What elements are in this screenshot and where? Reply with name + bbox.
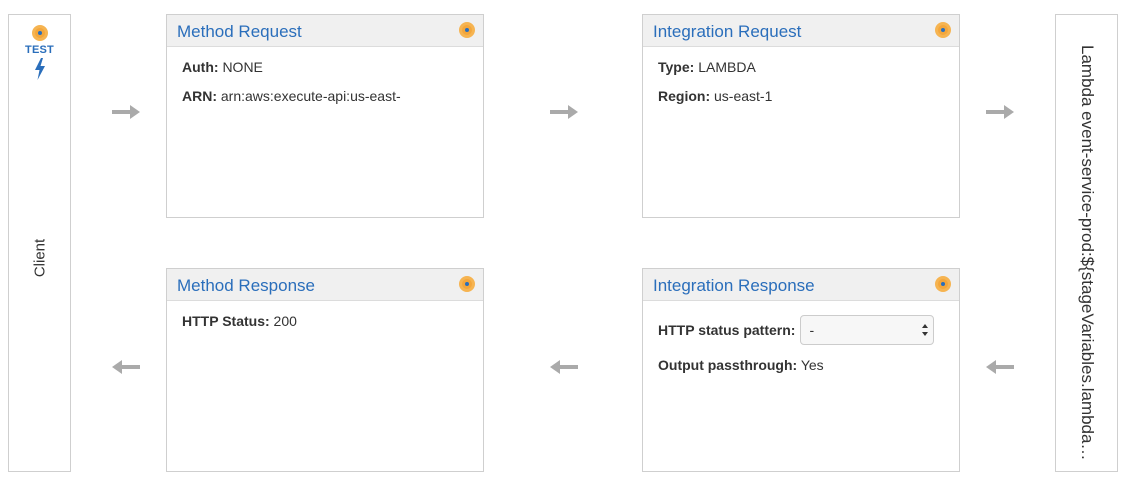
- type-row: Type: LAMBDA: [658, 59, 944, 75]
- method-response-card: Method Response HTTP Status: 200: [166, 268, 484, 472]
- http-status-row: HTTP Status: 200: [182, 313, 468, 329]
- test-button[interactable]: TEST: [9, 25, 70, 80]
- method-response-title[interactable]: Method Response: [177, 276, 315, 296]
- integration-request-header: Integration Request: [643, 15, 959, 47]
- status-indicator-icon: [459, 22, 475, 38]
- status-pattern-value: -: [809, 322, 815, 338]
- http-status-value: 200: [273, 313, 297, 329]
- status-indicator-icon: [459, 276, 475, 292]
- integration-request-card: Integration Request Type: LAMBDA Region:…: [642, 14, 960, 218]
- method-request-title[interactable]: Method Request: [177, 22, 302, 42]
- arrow-right-icon: [112, 105, 140, 119]
- http-status-label: HTTP Status:: [182, 313, 270, 329]
- status-pattern-select[interactable]: -: [800, 315, 935, 345]
- status-pattern-row: HTTP status pattern: -: [658, 315, 944, 345]
- region-value: us-east-1: [714, 88, 773, 104]
- region-label: Region:: [658, 88, 711, 104]
- integration-response-header: Integration Response: [643, 269, 959, 301]
- auth-label: Auth:: [182, 59, 219, 75]
- method-request-card: Method Request Auth: NONE ARN: arn:aws:e…: [166, 14, 484, 218]
- lambda-label[interactable]: Lambda event-service-prod:${stageVariabl…: [1077, 45, 1097, 465]
- auth-row: Auth: NONE: [182, 59, 468, 75]
- test-dot-icon: [31, 25, 48, 41]
- method-request-header: Method Request: [167, 15, 483, 47]
- client-panel: TEST Client: [8, 14, 71, 472]
- arrow-left-icon: [550, 360, 578, 374]
- arn-value: arn:aws:execute-api:us-east-: [220, 88, 401, 104]
- status-indicator-icon: [935, 276, 951, 292]
- arrow-right-icon: [550, 105, 578, 119]
- client-label: Client: [31, 238, 48, 278]
- lambda-panel: Lambda event-service-prod:${stageVariabl…: [1055, 14, 1118, 472]
- type-label: Type:: [658, 59, 695, 75]
- status-indicator-icon: [935, 22, 951, 38]
- arn-row: ARN: arn:aws:execute-api:us-east-: [182, 88, 468, 104]
- arrow-right-icon: [986, 105, 1014, 119]
- region-row: Region: us-east-1: [658, 88, 944, 104]
- auth-value: NONE: [222, 59, 263, 75]
- method-response-header: Method Response: [167, 269, 483, 301]
- integration-response-title[interactable]: Integration Response: [653, 276, 815, 296]
- passthrough-value: Yes: [800, 357, 824, 373]
- status-pattern-label: HTTP status pattern:: [658, 322, 796, 338]
- arn-label: ARN:: [182, 88, 217, 104]
- integration-request-title[interactable]: Integration Request: [653, 22, 801, 42]
- arrow-left-icon: [112, 360, 140, 374]
- type-value: LAMBDA: [698, 59, 756, 75]
- test-label: TEST: [25, 44, 54, 56]
- passthrough-row: Output passthrough: Yes: [658, 357, 944, 373]
- integration-response-card: Integration Response HTTP status pattern…: [642, 268, 960, 472]
- arrow-left-icon: [986, 360, 1014, 374]
- passthrough-label: Output passthrough:: [658, 357, 798, 373]
- select-caret-icon: [922, 324, 929, 336]
- lightning-bolt-icon: [34, 58, 45, 80]
